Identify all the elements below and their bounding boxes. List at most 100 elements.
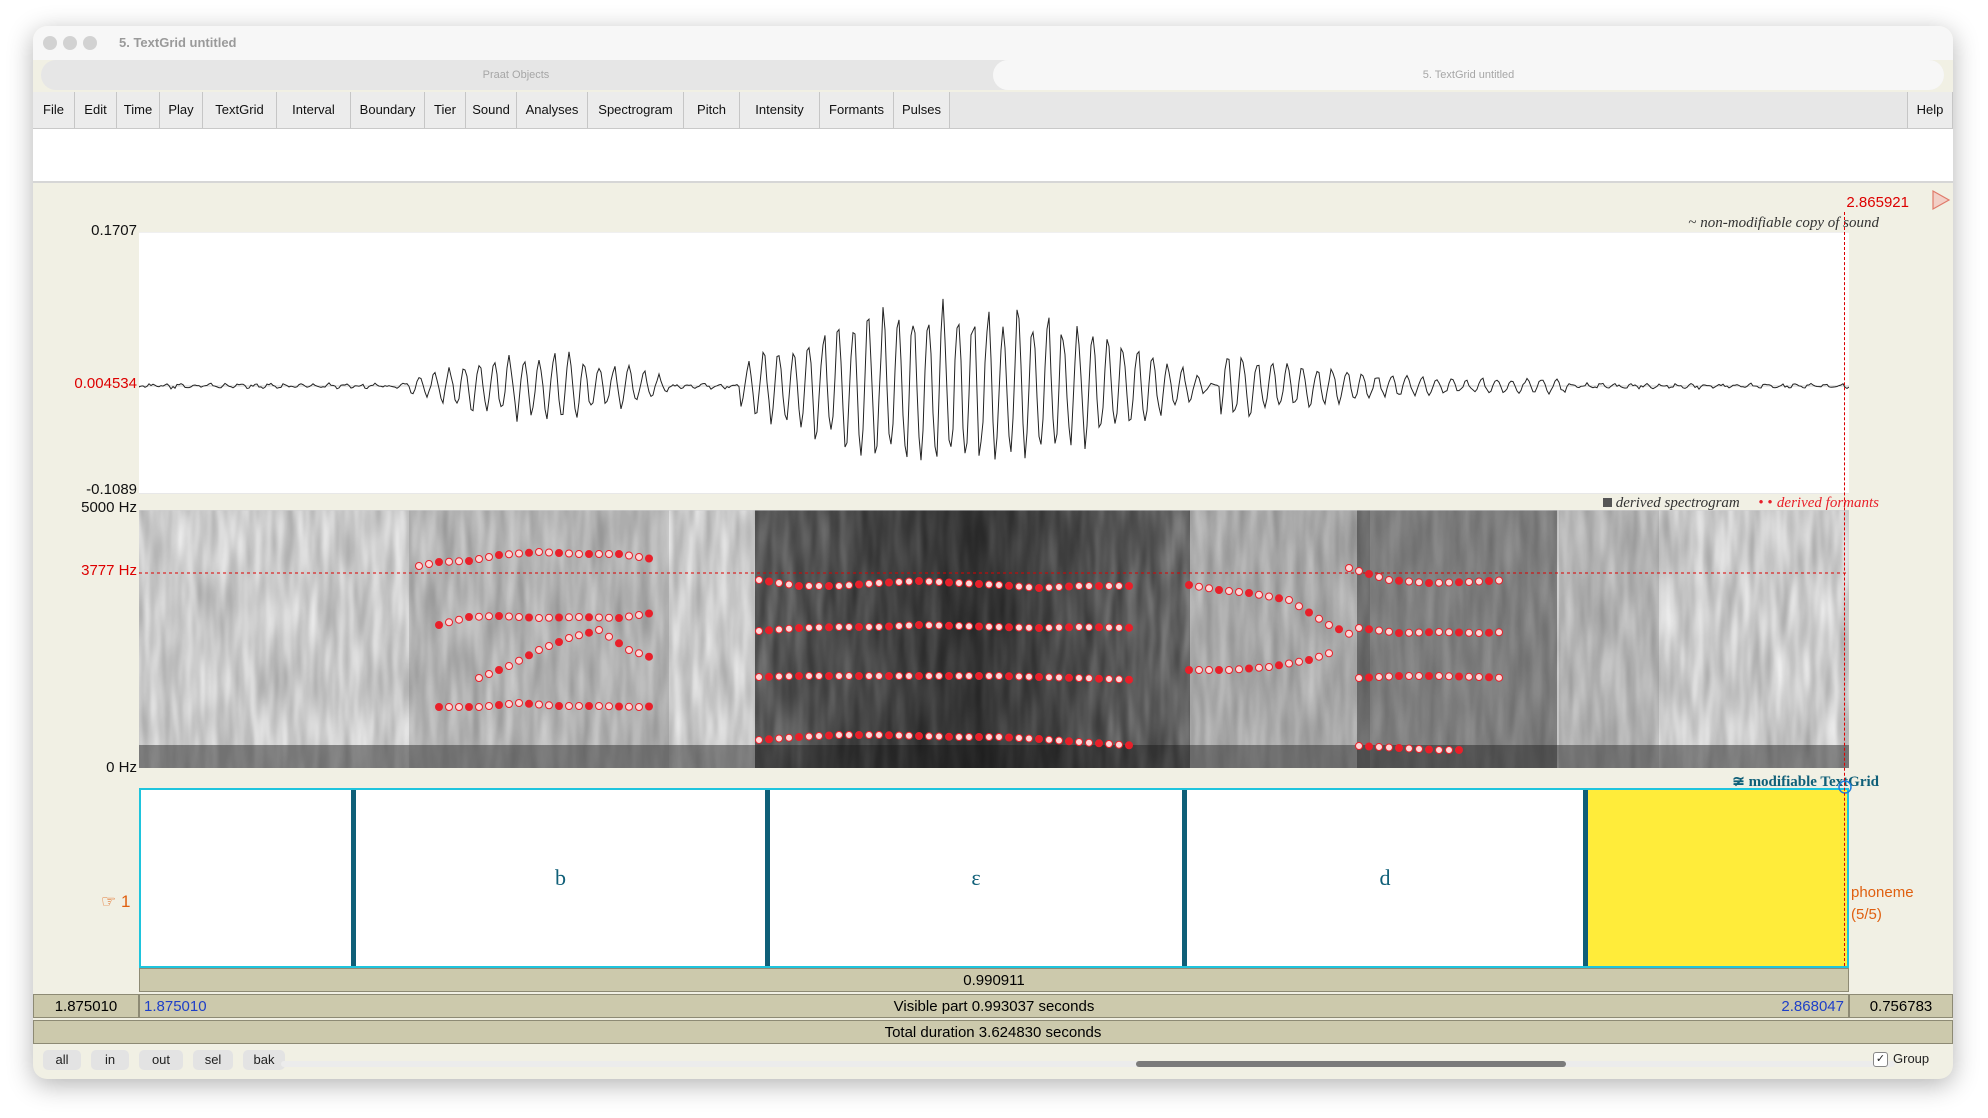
formant-point: [1465, 672, 1473, 681]
formant-point: [795, 672, 803, 680]
formant-point: [1025, 734, 1033, 743]
formant-point: [495, 666, 503, 674]
menu-formants[interactable]: Formants: [820, 92, 894, 128]
menu-textgrid[interactable]: TextGrid: [203, 92, 277, 128]
zoom-out-button[interactable]: out: [139, 1050, 183, 1070]
zoom-all-button[interactable]: all: [43, 1050, 81, 1070]
menu-boundary[interactable]: Boundary: [351, 92, 425, 128]
menu-interval[interactable]: Interval: [277, 92, 351, 128]
formant-point: [905, 577, 913, 586]
horizontal-scrollbar[interactable]: [281, 1061, 1895, 1067]
menu-time[interactable]: Time: [117, 92, 160, 128]
formant-point: [575, 550, 583, 558]
menu-edit[interactable]: Edit: [75, 92, 117, 128]
menu-intensity[interactable]: Intensity: [740, 92, 820, 128]
formant-point: [525, 699, 533, 708]
formant-point: [1495, 576, 1503, 585]
formant-point: [945, 732, 953, 741]
left-outside-duration[interactable]: 1.875010: [33, 994, 139, 1018]
formant-point: [985, 580, 993, 589]
formant-point: [455, 557, 463, 566]
formant-point: [635, 553, 643, 561]
menu-play[interactable]: Play: [160, 92, 203, 128]
boundary-circle-icon[interactable]: [1837, 779, 1853, 795]
formant-point: [475, 703, 483, 711]
formant-point: [995, 733, 1003, 741]
spectrogram-cursor-label: 3777 Hz: [81, 562, 137, 579]
formant-point: [785, 624, 793, 633]
menu-bar: File Edit Time Play TextGrid Interval Bo…: [33, 92, 1953, 129]
formant-point: [825, 672, 833, 680]
total-duration[interactable]: Total duration 3.624830 seconds: [33, 1020, 1953, 1044]
menu-sound[interactable]: Sound: [466, 92, 517, 128]
formant-point: [625, 612, 633, 621]
formant-point: [525, 651, 533, 660]
formant-point: [775, 672, 783, 681]
interval-5-selected[interactable]: [1588, 790, 1847, 966]
scrollbar-thumb[interactable]: [1136, 1061, 1566, 1067]
tab-textgrid[interactable]: 5. TextGrid untitled: [993, 60, 1944, 90]
formant-point: [995, 623, 1003, 631]
formant-point: [805, 672, 813, 680]
play-triangle-icon[interactable]: [1931, 189, 1951, 211]
visible-part-bar[interactable]: 1.875010 Visible part 0.993037 seconds 2…: [139, 994, 1849, 1018]
formant-point: [1315, 652, 1323, 661]
formant-point: [955, 672, 963, 680]
menu-analyses[interactable]: Analyses: [517, 92, 588, 128]
spectrogram-panel[interactable]: [139, 510, 1849, 768]
formant-point: [975, 672, 983, 680]
menu-help[interactable]: Help: [1907, 92, 1953, 128]
formant-point: [855, 623, 863, 631]
formant-point: [645, 554, 653, 563]
formant-point: [975, 580, 983, 588]
formant-point: [595, 702, 603, 710]
menu-file[interactable]: File: [33, 92, 75, 128]
interval-4[interactable]: d: [1187, 790, 1583, 966]
formant-point: [1435, 672, 1443, 680]
menu-pitch[interactable]: Pitch: [684, 92, 740, 128]
formant-point: [595, 626, 603, 634]
textgrid-tier[interactable]: b ɛ d: [139, 788, 1849, 968]
formant-point: [575, 631, 583, 640]
menu-pulses[interactable]: Pulses: [894, 92, 950, 128]
formant-point: [1405, 628, 1413, 637]
formant-point: [625, 702, 633, 711]
formant-point: [1375, 743, 1383, 751]
zoom-in-button[interactable]: in: [91, 1050, 129, 1070]
formant-point: [1235, 665, 1243, 674]
formant-point: [875, 623, 883, 631]
waveform-max-label: 0.1707: [91, 222, 137, 239]
minimize-window-button[interactable]: [63, 36, 77, 50]
interval-2[interactable]: b: [356, 790, 765, 966]
pointing-hand-icon: ☞: [101, 892, 117, 911]
formant-point: [915, 577, 923, 585]
formant-point: [1475, 673, 1483, 681]
formant-point: [965, 733, 973, 741]
formant-point: [935, 578, 943, 586]
group-checkbox[interactable]: ✓: [1873, 1052, 1888, 1067]
menu-spectrogram[interactable]: Spectrogram: [588, 92, 684, 128]
zoom-window-button[interactable]: [83, 36, 97, 50]
zoom-back-button[interactable]: bak: [243, 1050, 285, 1070]
selection-duration[interactable]: 0.990911: [139, 968, 1849, 992]
formant-point: [1045, 735, 1053, 744]
formant-point: [1065, 582, 1073, 591]
close-window-button[interactable]: [43, 36, 57, 50]
formant-point: [1005, 581, 1013, 590]
menu-tier[interactable]: Tier: [425, 92, 466, 128]
formant-point: [1275, 594, 1283, 603]
zoom-selection-button[interactable]: sel: [193, 1050, 233, 1070]
interval-1[interactable]: [141, 790, 351, 966]
formant-point: [545, 613, 553, 622]
interval-3[interactable]: ɛ: [770, 790, 1182, 966]
formant-point: [1365, 625, 1373, 634]
waveform-panel[interactable]: [139, 232, 1849, 494]
formant-point: [605, 613, 613, 622]
tier-number[interactable]: 1: [121, 892, 130, 911]
formant-point: [465, 557, 473, 565]
formant-legend-icon: • •: [1758, 495, 1773, 511]
formant-point: [845, 581, 853, 590]
formant-point: [1495, 628, 1503, 637]
tab-praat-objects[interactable]: Praat Objects: [41, 60, 991, 90]
right-outside-duration[interactable]: 0.756783: [1849, 994, 1953, 1018]
